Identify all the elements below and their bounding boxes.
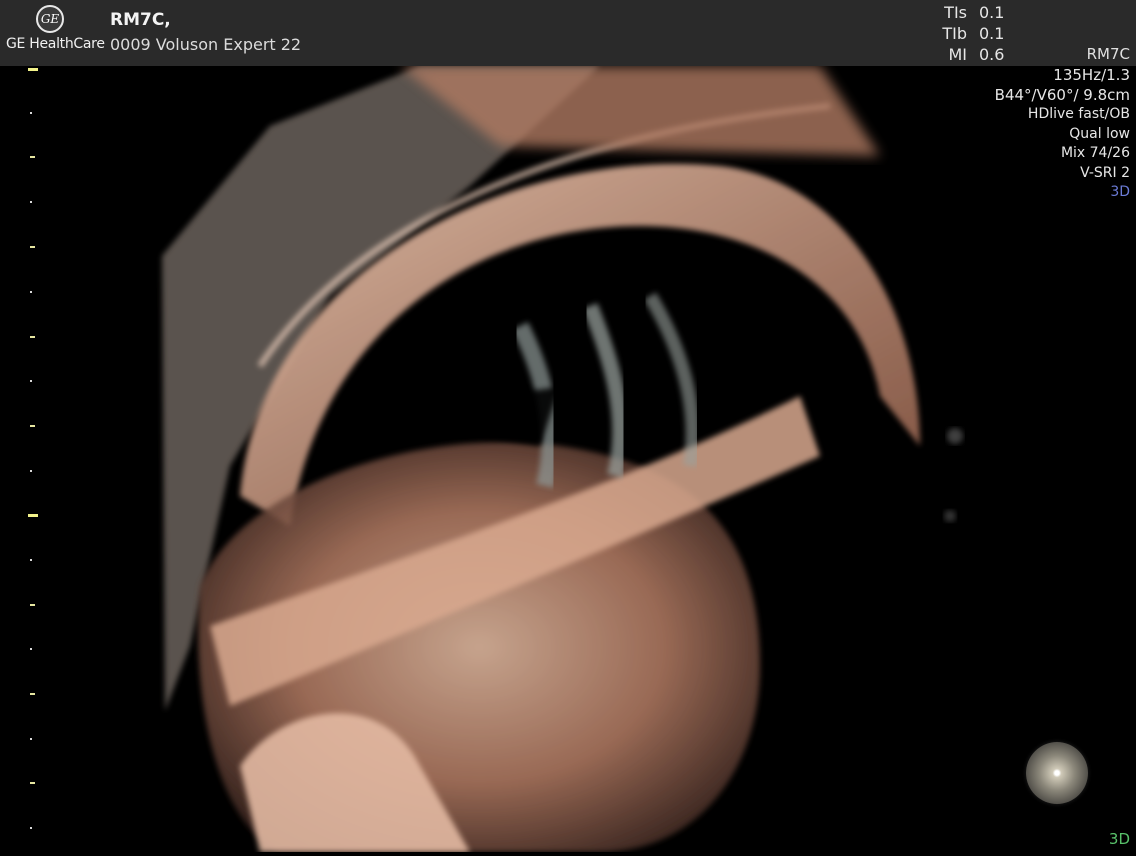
scale-tick [30,693,35,695]
scale-tick [28,514,38,517]
logo-text: GE [40,12,60,26]
scale-tick [30,425,35,427]
param-rate: 135Hz/1.3 [1053,66,1130,84]
scale-tick [30,604,35,606]
depth-scale [0,66,60,852]
device-info: 0009 Voluson Expert 22 [110,35,302,54]
scale-tick [30,291,32,293]
light-source-icon[interactable] [1026,742,1088,804]
param-render: HDlive fast/OB [1027,106,1130,122]
scale-tick [30,246,35,248]
scale-tick [30,380,32,382]
ge-logo-icon: GE [36,5,64,33]
scale-tick [30,201,32,203]
scale-tick [30,156,35,158]
scale-tick [30,470,32,472]
param-quality: Qual low [1069,125,1130,142]
header-bar: GE GE HealthCare RM7C, 0009 Voluson Expe… [0,0,1136,66]
scale-tick [28,68,38,71]
scale-tick [30,827,32,829]
patient-name: RM7C, [110,10,171,30]
scale-tick [30,559,32,561]
safety-indices: TIs 0.1 TIb 0.1 MI 0.6 [931,2,1005,65]
scale-tick [30,648,32,650]
probe-label: RM7C [1086,45,1130,63]
index-mi: MI 0.6 [948,45,1005,64]
scale-tick [30,336,35,338]
param-mode: 3D [1110,184,1130,200]
index-tis: TIs 0.1 [944,3,1005,22]
param-vsri: V-SRI 2 [1080,164,1130,181]
footer-mode-label: 3D [1108,830,1130,848]
scale-tick [30,112,32,114]
scale-tick [30,782,35,784]
index-tib: TIb 0.1 [942,24,1005,43]
ultrasound-3d-render [0,66,1136,852]
param-angles: B44°/V60°/ 9.8cm [994,85,1130,104]
brand-name: GE HealthCare [6,36,105,52]
acquisition-params: 135Hz/1.3 B44°/V60°/ 9.8cm HDlive fast/O… [995,66,1130,203]
scale-tick [30,738,32,740]
param-mix: Mix 74/26 [1060,145,1130,161]
